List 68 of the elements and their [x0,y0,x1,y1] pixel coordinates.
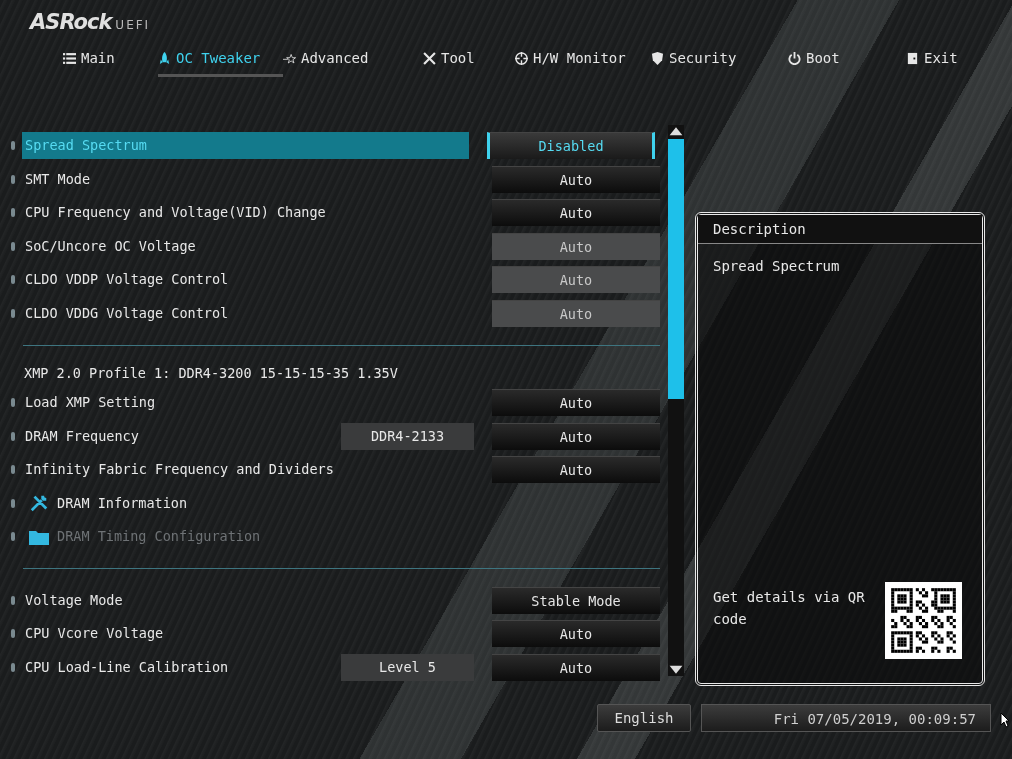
value-dropdown[interactable]: Auto [492,456,660,484]
profile-info: XMP 2.0 Profile 1: DDR4-3200 15-15-15-35 1.35V [23,364,399,383]
value-dropdown[interactable]: Disabled [487,132,655,160]
submenu-link[interactable]: DRAM Information [54,489,660,517]
setting-label[interactable]: CPU Vcore Voltage [22,620,492,648]
row-marker-icon [11,629,15,639]
nav-tab[interactable]: Security [651,46,788,77]
current-value: Level 5 [341,653,474,681]
row-marker-icon [11,141,15,151]
value-dropdown[interactable]: Stable Mode [492,586,660,614]
setting-label[interactable]: CPU Load-Line Calibration [22,653,341,681]
nav-tab[interactable]: Exit [906,46,996,77]
nav-tab[interactable]: OC Tweaker [158,46,283,77]
row-marker-icon [11,595,15,605]
row-marker-icon [11,308,15,318]
row-marker-icon [11,431,15,441]
value-dropdown[interactable]: Auto [492,232,660,260]
setting-label[interactable]: CPU Frequency and Voltage(VID) Change [22,199,492,227]
row-marker-icon [11,208,15,218]
row-marker-icon [11,498,15,508]
list-icon [63,51,76,65]
row-marker-icon [11,241,15,251]
setting-label[interactable]: SMT Mode [22,165,492,193]
qr-code-icon [885,582,962,659]
row-marker-icon [11,465,15,475]
row-marker-icon [11,174,15,184]
setting-label[interactable]: Infinity Fabric Frequency and Dividers [22,456,492,484]
setting-label[interactable]: DRAM Frequency [22,422,341,450]
nav-tab[interactable]: Boot [788,46,906,77]
value-dropdown[interactable]: Auto [492,165,660,193]
value-dropdown[interactable]: Auto [492,653,660,681]
setting-label[interactable]: SoC/Uncore OC Voltage [22,232,492,260]
nav-tab[interactable]: H/W Monitor [515,46,651,77]
setting-label[interactable]: Voltage Mode [22,586,492,614]
rocket-icon [158,51,171,65]
setting-label[interactable]: CLDO VDDG Voltage Control [22,299,492,327]
tools-icon [423,51,436,65]
row-marker-icon [11,398,15,408]
value-dropdown[interactable]: Auto [492,199,660,227]
description-text: Spread Spectrum [712,257,841,276]
value-dropdown[interactable]: Auto [492,620,660,648]
brand-logo: ASRock [30,10,112,34]
logo-subtitle: UEFI [115,18,151,32]
nav-tab[interactable]: Tool [423,46,515,77]
door-icon [906,51,919,65]
date-time: Fri 07/05/2019, 00:09:57 [701,704,991,732]
cursor-icon [1000,712,1010,728]
value-dropdown[interactable]: Auto [492,266,660,294]
setting-label[interactable]: Load XMP Setting [22,389,492,417]
power-icon [788,51,801,65]
row-marker-icon [11,532,15,542]
row-marker-icon [11,275,15,285]
shield-icon [651,51,664,65]
qr-hint: Get details via QR code [713,588,866,629]
star-icon [283,51,296,65]
crosshair-icon [515,51,528,65]
nav-tab[interactable]: Main [63,46,158,77]
tools-icon [28,493,50,514]
value-dropdown[interactable]: Auto [492,422,660,450]
current-value: DDR4-2133 [341,422,474,450]
setting-label[interactable]: CLDO VDDP Voltage Control [22,266,492,294]
row-marker-icon [11,662,15,672]
scrollbar-thumb[interactable] [668,139,684,399]
value-dropdown[interactable]: Auto [492,299,660,327]
value-dropdown[interactable]: Auto [492,389,660,417]
panel-title: Description [698,215,982,244]
language-button[interactable]: English [597,704,691,732]
nav-tab[interactable]: Advanced [283,46,423,77]
